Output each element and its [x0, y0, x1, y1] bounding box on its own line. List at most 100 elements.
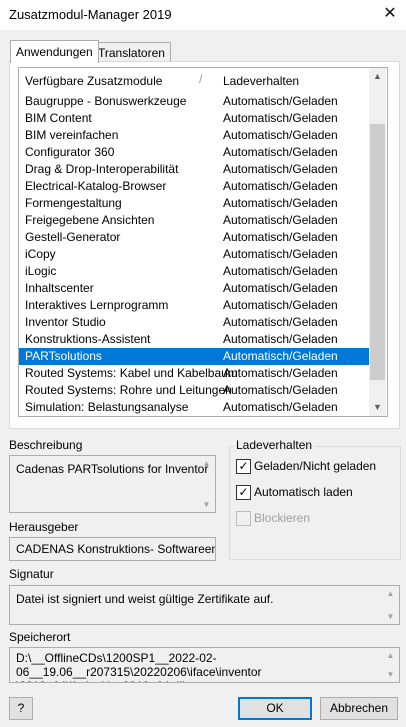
list-item[interactable]: Configurator 360 Automatisch/Geladen: [19, 144, 369, 161]
help-icon: ?: [17, 701, 25, 715]
speicherort-label: Speicherort: [9, 630, 71, 644]
list-item[interactable]: Routed Systems: Rohre und Leitungen Autom…: [19, 382, 369, 399]
scroll-thumb[interactable]: [370, 124, 385, 380]
addin-load-behavior: Automatisch/Geladen: [223, 281, 338, 295]
list-item[interactable]: Drag & Drop-Interoperabilität Automatisch…: [19, 161, 369, 178]
ladeverhalten-label: Ladeverhalten: [234, 438, 315, 452]
list-item[interactable]: iCopy Automatisch/Geladen: [19, 246, 369, 263]
list-item[interactable]: PARTsolutions Automatisch/Geladen: [19, 348, 369, 365]
herausgeber-field[interactable]: CADENAS Konstruktions- Softwareentwid: [9, 537, 216, 561]
list-item[interactable]: Interaktives Lernprogramm Automatisch/Gel…: [19, 297, 369, 314]
list-item[interactable]: Formengestaltung Automatisch/Geladen: [19, 195, 369, 212]
checkbox-blockieren-label: Blockieren: [254, 511, 311, 525]
beschreibung-field[interactable]: Cadenas PARTsolutions for Inventor ▲ ▼: [9, 455, 216, 513]
addin-name: Simulation: Belastungsanalyse: [25, 400, 189, 414]
addin-name: Routed Systems: Rohre und Leitungen: [25, 383, 232, 397]
addin-name: Drag & Drop-Interoperabilität: [25, 162, 179, 176]
speicherort-field[interactable]: D:\__OfflineCDs\1200SP1__2022-02- 06__19…: [9, 647, 400, 683]
title-bar: Zusatzmodul-Manager 2019 ✕: [0, 0, 406, 30]
scroll-up-icon[interactable]: ▲: [369, 68, 386, 85]
addin-name: Interaktives Lernprogramm: [25, 298, 169, 312]
help-button[interactable]: ?: [9, 697, 33, 720]
scroll-up-icon[interactable]: ▲: [382, 586, 399, 601]
scroll-down-icon[interactable]: ▼: [382, 609, 399, 624]
column-separator: /: [199, 72, 203, 86]
addin-name: Gestell-Generator: [25, 230, 121, 244]
ok-button[interactable]: OK: [238, 697, 312, 720]
addin-load-behavior: Automatisch/Geladen: [223, 94, 338, 108]
addin-name: Inhaltscenter: [25, 281, 94, 295]
list-item[interactable]: Electrical-Katalog-Browser Automatisch/Ge…: [19, 178, 369, 195]
addin-list[interactable]: Verfügbare Zusatzmodule / Ladeverhalten …: [18, 67, 388, 417]
cancel-button[interactable]: Abbrechen: [320, 697, 398, 720]
checkbox-checked-icon[interactable]: ✓: [236, 459, 251, 474]
tab-anwendungen[interactable]: Anwendungen: [10, 40, 99, 63]
tab-translatoren[interactable]: Translatoren: [92, 42, 171, 63]
addin-name: Formengestaltung: [25, 196, 122, 210]
speicherort-value: D:\__OfflineCDs\1200SP1__2022-02- 06__19…: [16, 651, 262, 682]
list-item[interactable]: Inhaltscenter Automatisch/Geladen: [19, 280, 369, 297]
signatur-value: Datei ist signiert und weist gültige Zer…: [16, 592, 274, 606]
addin-load-behavior: Automatisch/Geladen: [223, 162, 338, 176]
list-item[interactable]: iLogic Automatisch/Geladen: [19, 263, 369, 280]
addin-load-behavior: Automatisch/Geladen: [223, 179, 338, 193]
speicherort-scrollbar[interactable]: ▲ ▼: [382, 648, 399, 682]
list-item[interactable]: Baugruppe - Bonuswerkzeuge Automatisch/Ge…: [19, 93, 369, 110]
addin-load-behavior: Automatisch/Geladen: [223, 298, 338, 312]
list-item[interactable]: BIM Content Automatisch/Geladen: [19, 110, 369, 127]
beschreibung-value: Cadenas PARTsolutions for Inventor: [16, 462, 209, 476]
addin-name: Konstruktions-Assistent: [25, 332, 151, 346]
signatur-scrollbar[interactable]: ▲ ▼: [382, 586, 399, 624]
addin-load-behavior: Automatisch/Geladen: [223, 145, 338, 159]
list-header: Verfügbare Zusatzmodule / Ladeverhalten: [19, 68, 369, 92]
addin-load-behavior: Automatisch/Geladen: [223, 366, 338, 380]
beschreibung-scrollbar[interactable]: ▲ ▼: [198, 456, 215, 512]
addin-name: Inventor Studio: [25, 315, 106, 329]
list-item[interactable]: BIM vereinfachen Automatisch/Geladen: [19, 127, 369, 144]
list-item[interactable]: Gestell-Generator Automatisch/Geladen: [19, 229, 369, 246]
addin-name: Freigegebene Ansichten: [25, 213, 155, 227]
addin-load-behavior: Automatisch/Geladen: [223, 383, 338, 397]
column-header-addins[interactable]: Verfügbare Zusatzmodule: [25, 74, 162, 88]
scroll-up-icon[interactable]: ▲: [198, 456, 215, 471]
list-item[interactable]: Routed Systems: Kabel und Kabelbaum Autom…: [19, 365, 369, 382]
addin-load-behavior: Automatisch/Geladen: [223, 196, 338, 210]
scroll-down-icon[interactable]: ▼: [382, 667, 399, 682]
addin-load-behavior: Automatisch/Geladen: [223, 332, 338, 346]
addin-load-behavior: Automatisch/Geladen: [223, 230, 338, 244]
addin-load-behavior: Automatisch/Geladen: [223, 247, 338, 261]
checkbox-unchecked-icon[interactable]: [236, 511, 251, 526]
addin-name: BIM vereinfachen: [25, 128, 119, 142]
checkbox-checked-icon[interactable]: ✓: [236, 485, 251, 500]
scroll-up-icon[interactable]: ▲: [382, 648, 399, 663]
addin-name: PARTsolutions: [25, 349, 102, 363]
addin-name: iLogic: [25, 264, 57, 278]
addin-load-behavior: Automatisch/Geladen: [223, 213, 338, 227]
signatur-field[interactable]: Datei ist signiert und weist gültige Zer…: [9, 585, 400, 625]
list-item[interactable]: Simulation: Belastungsanalyse Automatisch…: [19, 399, 369, 416]
checkbox-automatisch-label: Automatisch laden: [254, 485, 353, 499]
list-item[interactable]: Freigegebene Ansichten Automatisch/Gelade…: [19, 212, 369, 229]
list-item[interactable]: Inventor Studio Automatisch/Geladen: [19, 314, 369, 331]
list-scrollbar[interactable]: ▲ ▼: [369, 68, 386, 416]
addin-name: BIM Content: [25, 111, 92, 125]
scroll-down-icon[interactable]: ▼: [198, 497, 215, 512]
checkbox-geladen-label: Geladen/Nicht geladen: [254, 459, 377, 473]
addin-name: Baugruppe - Bonuswerkzeuge: [25, 94, 187, 108]
close-icon[interactable]: ✕: [378, 3, 402, 25]
addin-load-behavior: Automatisch/Geladen: [223, 315, 338, 329]
herausgeber-label: Herausgeber: [9, 520, 79, 534]
addin-load-behavior: Automatisch/Geladen: [223, 400, 338, 414]
window-title: Zusatzmodul-Manager 2019: [9, 7, 172, 22]
column-header-load[interactable]: Ladeverhalten: [223, 74, 299, 88]
scroll-down-icon[interactable]: ▼: [369, 399, 386, 416]
addin-name: Configurator 360: [25, 145, 115, 159]
addin-name: Routed Systems: Kabel und Kabelbaum: [25, 366, 238, 380]
addin-load-behavior: Automatisch/Geladen: [223, 264, 338, 278]
addin-load-behavior: Automatisch/Geladen: [223, 128, 338, 142]
addin-load-behavior: Automatisch/Geladen: [223, 111, 338, 125]
signatur-label: Signatur: [9, 567, 54, 581]
list-item[interactable]: Konstruktions-Assistent Automatisch/Gelad…: [19, 331, 369, 348]
herausgeber-value: CADENAS Konstruktions- Softwareentwid: [16, 542, 215, 556]
addin-load-behavior: Automatisch/Geladen: [223, 349, 338, 363]
